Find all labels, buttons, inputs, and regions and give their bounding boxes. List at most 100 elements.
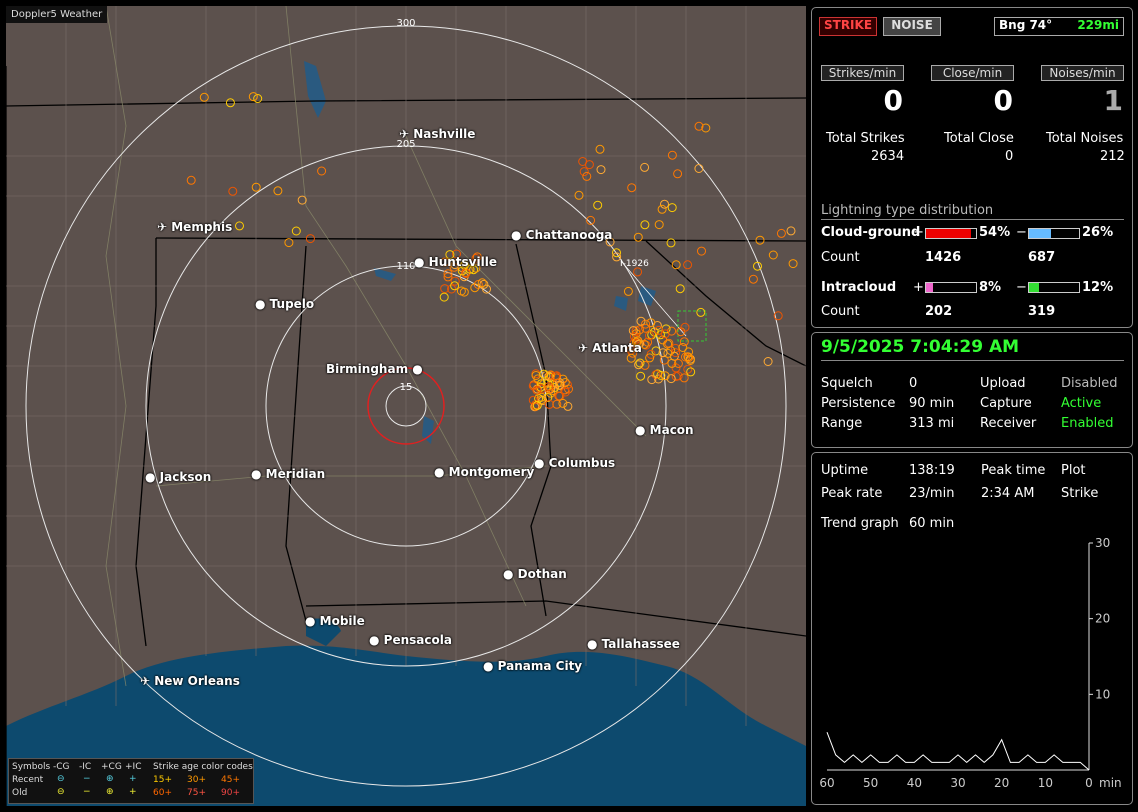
ring-label-300: 300 <box>396 18 415 29</box>
ic-count-label: Count <box>821 304 860 319</box>
noises-per-min-value: 1 <box>1103 84 1123 117</box>
noises-per-min-button[interactable]: Noises/min <box>1041 65 1124 81</box>
legend-ic-plus: +IC <box>125 762 142 772</box>
squelch-value: 0 <box>909 376 918 391</box>
city-macon: ● Macon <box>635 423 694 437</box>
ring-label-15: 15 <box>400 382 413 393</box>
age-recent-30: 30+ <box>187 775 206 785</box>
total-noises-value: 212 <box>1100 149 1125 164</box>
trend-x-tick-label: 40 <box>907 776 922 790</box>
cloud-ground-label: Cloud-ground <box>821 225 921 240</box>
upload-label: Upload <box>980 376 1026 391</box>
close-per-min-value: 0 <box>993 84 1013 117</box>
symbol-legend: Symbols -CG -IC +CG +IC Strike age color… <box>8 758 254 804</box>
city-huntsville: ● Huntsville <box>414 255 497 269</box>
distribution-divider <box>821 219 1124 220</box>
legend-age-title: Strike age color codes <box>153 762 253 772</box>
capture-label: Capture <box>980 396 1032 411</box>
trend-x-tick-label: 10 <box>1038 776 1053 790</box>
cg-minus-sign: − <box>1016 225 1027 240</box>
trend-graph: 30 20 10 60 50 40 30 20 10 0 min <box>819 536 1122 790</box>
status-panel: 9/5/2025 7:04:29 AM Squelch 0 Upload Dis… <box>811 332 1133 448</box>
ic-minus-bar-fill <box>1029 283 1039 292</box>
total-close-value: 0 <box>1005 149 1014 164</box>
strike-button[interactable]: STRIKE <box>819 17 877 36</box>
cg-minus-percent: 26% <box>1082 225 1114 240</box>
peak-rate-label: Peak rate <box>821 486 883 501</box>
cg-minus-count: 687 <box>1028 250 1056 265</box>
trend-panel: Uptime 138:19 Peak time Plot Peak rate 2… <box>811 452 1133 805</box>
close-per-min-button[interactable]: Close/min <box>931 65 1014 81</box>
ic-plus-bar-fill <box>926 283 933 292</box>
cg-plus-percent: 54% <box>979 225 1011 240</box>
legend-cg-minus: -CG <box>53 762 70 772</box>
trend-y-tick-label: 20 <box>1095 612 1110 626</box>
age-old-90: 90+ <box>221 788 240 798</box>
persistence-label: Persistence <box>821 396 896 411</box>
strikes-per-min-button[interactable]: Strikes/min <box>821 65 904 81</box>
radar-map[interactable]: 300 205 110 15 I-1926 Doppler5 Weather ✈… <box>6 6 806 806</box>
legend-ic-minus: -IC <box>79 762 92 772</box>
trend-x-tick-label: 0 <box>1085 776 1093 790</box>
uptime-value: 138:19 <box>909 463 955 478</box>
age-recent-15: 15+ <box>153 775 172 785</box>
ic-minus-sign: − <box>1016 280 1027 295</box>
city-columbus: ● Columbus <box>534 456 616 470</box>
ic-minus-bar <box>1028 282 1080 293</box>
cg-minus-recent-icon: ⊖ <box>57 774 65 784</box>
strikes-per-min-value: 0 <box>883 84 903 117</box>
capture-value: Active <box>1061 396 1102 411</box>
city-nashville: ✈ Nashville <box>399 127 476 141</box>
persistence-value: 90 min <box>909 396 955 411</box>
ic-plus-old-icon: + <box>129 787 137 797</box>
ic-plus-bar <box>925 282 977 293</box>
strike-marker: I-1926 <box>620 259 649 269</box>
legend-cg-plus: +CG <box>101 762 122 772</box>
trend-y-tick-label: 30 <box>1095 536 1110 550</box>
ic-plus-recent-icon: + <box>129 774 137 784</box>
cg-minus-old-icon: ⊖ <box>57 787 65 797</box>
city-atlanta: ✈ Atlanta <box>578 341 642 355</box>
noise-button[interactable]: NOISE <box>883 17 941 36</box>
peak-time-label: Peak time <box>981 463 1046 478</box>
city-birmingham: Birmingham ● <box>326 362 423 376</box>
trend-graph-value: 60 min <box>909 516 955 531</box>
trend-x-tick-label: 20 <box>994 776 1009 790</box>
squelch-label: Squelch <box>821 376 873 391</box>
ring-label-110: 110 <box>396 261 415 272</box>
city-mobile: ● Mobile <box>305 614 365 628</box>
city-panama-city: ● Panama City <box>483 659 583 673</box>
total-strikes-value: 2634 <box>871 149 905 164</box>
peak-time-value: 2:34 AM <box>981 486 1035 501</box>
cg-plus-bar-fill <box>926 229 971 238</box>
receiver-label: Receiver <box>980 416 1037 431</box>
upload-value: Disabled <box>1061 376 1118 391</box>
city-meridian: ● Meridian <box>251 467 326 481</box>
trend-x-tick-label: 60 <box>819 776 834 790</box>
cg-plus-bar <box>925 228 977 239</box>
city-montgomery: ● Montgomery <box>434 465 535 479</box>
trend-x-unit: min <box>1099 776 1122 790</box>
age-recent-45: 45+ <box>221 775 240 785</box>
city-tupelo: ● Tupelo <box>255 297 315 311</box>
cg-plus-sign: + <box>913 225 924 240</box>
trend-graph-label: Trend graph <box>821 516 899 531</box>
ic-plus-count: 202 <box>925 304 953 319</box>
total-strikes-label: Total Strikes <box>826 131 905 146</box>
map-graphics: 300 205 110 15 I-1926 <box>6 6 806 806</box>
legend-old-label: Old <box>12 788 28 798</box>
cg-plus-count: 1426 <box>925 250 962 265</box>
city-new-orleans: ✈ New Orleans <box>140 674 240 688</box>
trend-series-line <box>826 732 1090 771</box>
ic-plus-sign: + <box>913 280 924 295</box>
ic-minus-old-icon: − <box>83 787 91 797</box>
statistics-panel: STRIKE NOISE Bng 74° 229mi Strikes/min C… <box>811 7 1133 328</box>
trend-x-tick-label: 30 <box>950 776 965 790</box>
plot-label: Plot <box>1061 463 1086 478</box>
distance-value: 229mi <box>1077 18 1119 32</box>
ic-plus-percent: 8% <box>979 280 1002 295</box>
receiver-value: Enabled <box>1061 416 1114 431</box>
total-close-label: Total Close <box>944 131 1014 146</box>
cg-count-label: Count <box>821 250 860 265</box>
plot-value[interactable]: Strike <box>1061 486 1098 501</box>
